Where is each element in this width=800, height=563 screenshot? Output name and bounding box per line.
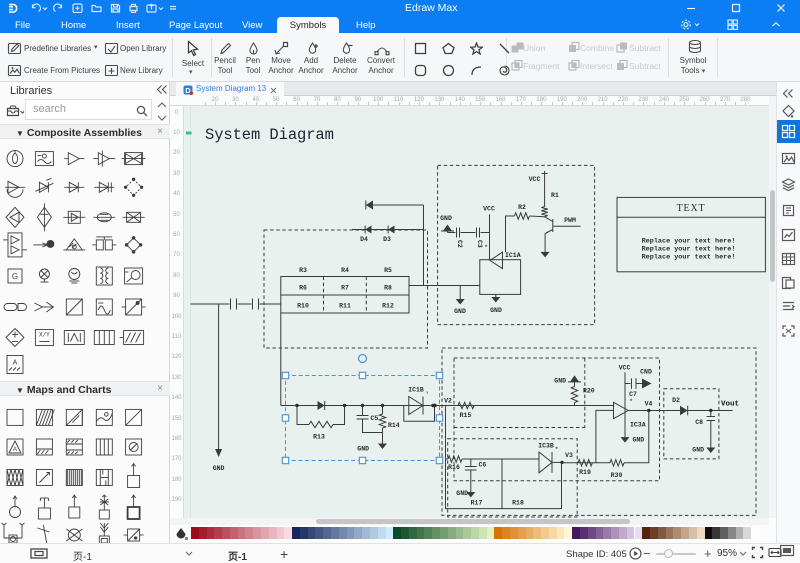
- svg-text:R4: R4: [341, 267, 349, 274]
- svg-text:IC3A: IC3A: [630, 422, 646, 429]
- svg-text:R15: R15: [460, 412, 472, 419]
- svg-text:R16: R16: [448, 464, 460, 471]
- svg-text:CND: CND: [640, 369, 652, 376]
- svg-text:R10: R10: [297, 303, 309, 310]
- svg-text:R20: R20: [583, 388, 595, 395]
- svg-text:Replace your text here!: Replace your text here!: [642, 238, 736, 246]
- svg-text:VCC: VCC: [483, 206, 495, 213]
- svg-text:A: A: [13, 360, 18, 367]
- svg-text:TEXT: TEXT: [677, 203, 706, 214]
- svg-text:C7: C7: [629, 391, 637, 398]
- svg-text:R6: R6: [299, 285, 307, 292]
- svg-text:C5: C5: [371, 415, 379, 422]
- svg-text:R18: R18: [512, 500, 524, 507]
- svg-text:Replace your text here!: Replace your text here!: [642, 246, 736, 254]
- svg-text:GND: GND: [490, 307, 502, 314]
- svg-text:*: *: [555, 447, 559, 455]
- svg-text:D3: D3: [383, 236, 391, 243]
- svg-text:VCC: VCC: [619, 365, 631, 372]
- svg-text:R12: R12: [382, 303, 394, 310]
- svg-text:VCC: VCC: [529, 176, 541, 183]
- svg-text:GND: GND: [456, 490, 468, 497]
- svg-text:': ': [425, 392, 429, 400]
- svg-text:R19: R19: [579, 469, 591, 476]
- svg-text:R3: R3: [299, 267, 307, 274]
- svg-text:GND: GND: [357, 446, 369, 453]
- svg-text:R30: R30: [611, 472, 623, 479]
- svg-text:X/Y: X/Y: [39, 332, 50, 339]
- svg-text:D4: D4: [360, 236, 368, 243]
- svg-text:IC1B: IC1B: [408, 387, 424, 394]
- svg-text:R11: R11: [339, 303, 351, 310]
- svg-text:GND: GND: [440, 215, 452, 222]
- svg-text:*: *: [484, 245, 488, 253]
- svg-text:R17: R17: [471, 500, 483, 507]
- svg-text:G: G: [12, 272, 18, 281]
- svg-text:System Diagram: System Diagram: [205, 126, 334, 144]
- svg-text:R8: R8: [384, 285, 392, 292]
- svg-text:Vout: Vout: [721, 401, 739, 409]
- svg-text:R5: R5: [384, 267, 392, 274]
- svg-text:GND: GND: [692, 447, 704, 454]
- svg-text:C8: C8: [695, 419, 703, 426]
- svg-text:R1: R1: [551, 192, 559, 199]
- svg-text:R7: R7: [341, 285, 349, 292]
- svg-text:IC3B: IC3B: [538, 443, 554, 450]
- svg-text:*: *: [629, 399, 633, 407]
- svg-text:IC1A: IC1A: [505, 252, 521, 259]
- svg-text:C6: C6: [479, 462, 487, 469]
- svg-text:V4: V4: [645, 401, 653, 408]
- svg-text:GND: GND: [554, 378, 566, 385]
- svg-text:GND: GND: [213, 465, 225, 472]
- svg-text:GND: GND: [633, 437, 645, 444]
- svg-text:PWM: PWM: [564, 217, 576, 224]
- svg-text:V3: V3: [565, 452, 573, 459]
- svg-text:Replace your text here!: Replace your text here!: [642, 254, 736, 262]
- svg-text:R2: R2: [518, 204, 526, 211]
- svg-text:R13: R13: [313, 434, 325, 441]
- svg-text:D2: D2: [672, 397, 680, 404]
- svg-text:GND: GND: [454, 308, 466, 315]
- svg-text:C3: C3: [476, 240, 483, 248]
- svg-text:A: A: [13, 447, 17, 453]
- svg-text:R14: R14: [388, 422, 400, 429]
- svg-text:C2: C2: [456, 240, 463, 248]
- svg-text:V2: V2: [444, 398, 452, 405]
